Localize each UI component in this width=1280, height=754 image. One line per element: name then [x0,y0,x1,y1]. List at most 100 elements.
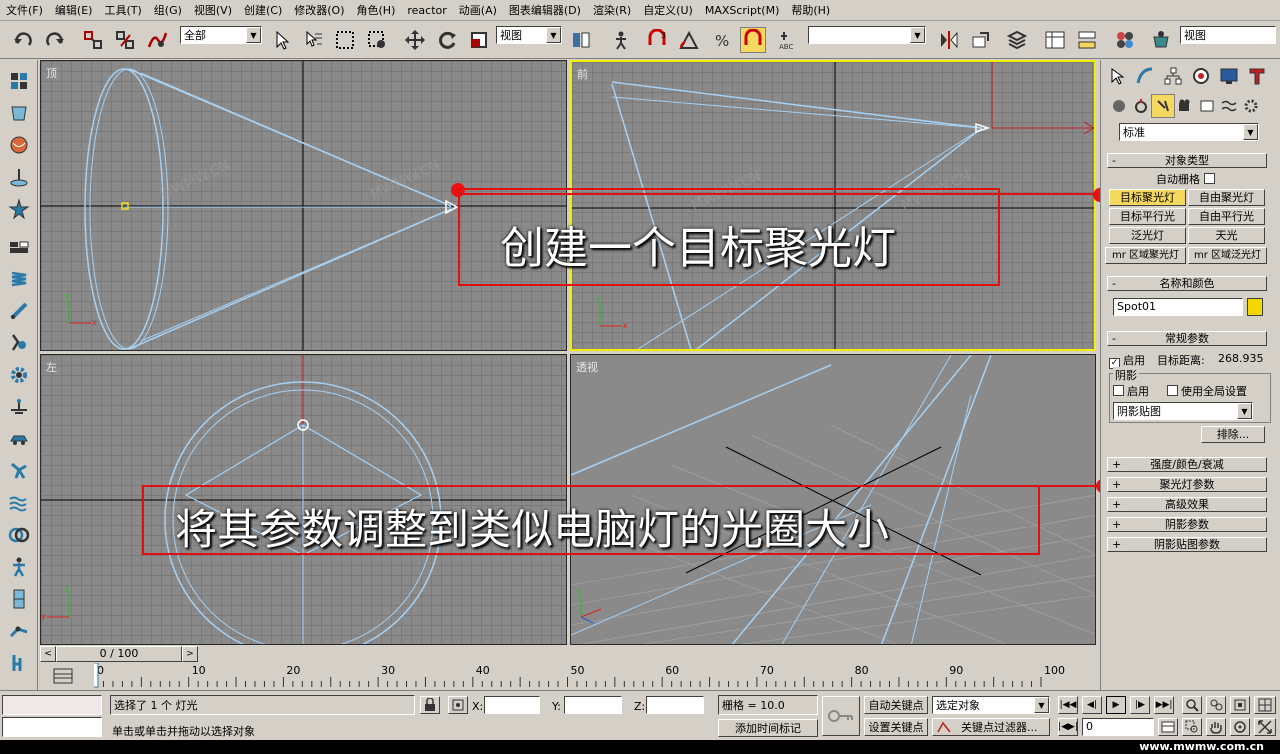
fracture-icon[interactable] [6,458,32,484]
manipulate-icon[interactable] [608,27,634,53]
hinge-icon[interactable] [6,586,32,612]
menu-modifiers[interactable]: 修改器(O) [288,2,350,18]
rollout-general-params[interactable]: - 常规参数 [1107,331,1267,346]
key-selection-dropdown[interactable]: 选定对象 ▼ [932,696,1050,714]
menu-views[interactable]: 视图(V) [188,2,238,18]
menu-tools[interactable]: 工具(T) [98,2,147,18]
render-scene-icon[interactable] [1148,27,1174,53]
auto-key-button[interactable]: 自动关键点 [864,696,928,714]
zoom-extents-all-icon[interactable] [1254,696,1276,714]
reference-coord-dropdown[interactable]: 视图 ▼ [496,26,562,44]
skylight-button[interactable]: 天光 [1188,227,1265,244]
curve-editor-icon[interactable] [1042,27,1068,53]
rollout-shadow-map-params[interactable]: + 阴影贴图参数 [1107,537,1267,552]
select-and-link-icon[interactable] [80,27,106,53]
maxscript-listener-mini[interactable] [2,695,102,715]
rect-selection-icon[interactable] [332,27,358,53]
prismatic-icon[interactable] [6,650,32,676]
bind-space-warp-icon[interactable] [144,27,170,53]
rollout-advanced-effects[interactable]: + 高级效果 [1107,497,1267,512]
rollout-spot-params[interactable]: + 聚光灯参数 [1107,477,1267,492]
track-bar[interactable]: 0 10 20 30 40 50 60 70 80 90 100 [91,662,1094,689]
angle-snap-icon[interactable] [676,27,702,53]
motion-tab-icon[interactable] [1189,64,1213,88]
rollout-intensity[interactable]: + 强度/颜色/衰减 [1107,457,1267,472]
key-filters-button[interactable]: 关键点过滤器... [932,718,1050,736]
material-editor-icon[interactable] [1112,27,1138,53]
named-selection-dropdown[interactable]: ▼ [808,26,926,44]
percent-snap-icon[interactable]: % [708,27,734,53]
layer-manager-icon[interactable] [1004,27,1030,53]
target-direct-button[interactable]: 目标平行光 [1109,208,1186,225]
mini-curve-editor-icon[interactable] [48,666,78,686]
deforming-mesh-icon[interactable] [6,196,32,222]
menu-maxscript[interactable]: MAXScript(M) [699,4,786,17]
arc-rotate-icon[interactable] [1230,718,1250,736]
soft-body-collection-icon[interactable] [6,132,32,158]
create-tab-icon[interactable] [1105,64,1129,88]
zoom-extents-icon[interactable] [1230,696,1250,714]
wind-icon[interactable] [6,394,32,420]
rollout-name-color[interactable]: - 名称和颜色 [1107,276,1267,291]
menu-character[interactable]: 角色(H) [351,2,402,18]
menu-file[interactable]: 文件(F) [0,2,49,18]
zoom-all-icon[interactable] [1206,696,1226,714]
geometry-icon[interactable] [1107,94,1131,118]
dashpot-icon[interactable] [6,298,32,324]
prev-key-icon[interactable]: ◀| [1082,696,1102,714]
menu-create[interactable]: 创建(C) [238,2,288,18]
scale-icon[interactable] [466,27,492,53]
rollout-shadow-params[interactable]: + 阴影参数 [1107,517,1267,532]
selection-filter-dropdown[interactable]: 全部 ▼ [180,26,262,44]
window-crossing-icon[interactable] [364,27,390,53]
menu-animation[interactable]: 动画(A) [453,2,503,18]
light-category-dropdown[interactable]: 标准 ▼ [1119,123,1259,141]
point-to-point-icon[interactable] [6,618,32,644]
menu-customize[interactable]: 自定义(U) [637,2,699,18]
zoom-icon[interactable] [1182,696,1202,714]
hierarchy-tab-icon[interactable] [1161,64,1185,88]
x-coordinate-field[interactable] [484,696,540,714]
move-icon[interactable] [402,27,428,53]
current-frame-field[interactable]: 0 [1082,718,1154,736]
rotate-icon[interactable] [434,27,460,53]
use-global-checkbox[interactable]: 使用全局设置 [1167,383,1247,399]
z-coordinate-field[interactable] [646,696,704,714]
redo-icon[interactable] [42,27,68,53]
region-zoom-icon[interactable] [1182,718,1202,736]
mirror-icon[interactable] [936,27,962,53]
ragdoll-icon[interactable] [6,554,32,580]
edit-named-selection-icon[interactable]: ABC [776,27,802,53]
systems-icon[interactable] [1239,94,1263,118]
next-key-icon[interactable]: |▶ [1130,696,1150,714]
mr-area-omni-button[interactable]: mr 区域泛光灯 [1188,247,1267,264]
space-warps-icon[interactable] [1217,94,1241,118]
utilities-tab-icon[interactable] [1245,64,1269,88]
toy-car-icon[interactable] [6,426,32,452]
snap-toggle-icon[interactable]: 3 [644,27,670,53]
menu-group[interactable]: 组(G) [148,2,188,18]
unlink-icon[interactable] [112,27,138,53]
exclude-button[interactable]: 排除... [1201,426,1265,443]
prev-frame-icon[interactable]: < [40,646,56,662]
shadow-type-dropdown[interactable]: 阴影贴图 ▼ [1113,402,1253,420]
play-icon[interactable]: ▶ [1106,696,1126,714]
select-by-name-icon[interactable] [300,27,326,53]
key-icon[interactable] [822,696,860,736]
helpers-icon[interactable] [1195,94,1219,118]
rigid-body-collection-icon[interactable] [6,68,32,94]
spinner-snap-icon[interactable] [740,27,766,53]
cameras-icon[interactable] [1173,94,1197,118]
undo-icon[interactable] [10,27,36,53]
spring-icon[interactable] [6,266,32,292]
water-icon[interactable] [6,490,32,516]
maxscript-input-mini[interactable] [2,717,102,737]
go-to-end-icon[interactable]: ▶▶| [1154,696,1174,714]
pivot-center-icon[interactable] [568,27,594,53]
current-time-marker[interactable] [91,662,99,688]
omni-button[interactable]: 泛光灯 [1109,227,1186,244]
time-slider[interactable]: 0 / 100 [56,646,182,662]
maximize-viewport-icon[interactable] [1254,718,1276,736]
menu-rendering[interactable]: 渲染(R) [587,2,637,18]
set-key-button[interactable]: 设置关键点 [864,718,928,736]
